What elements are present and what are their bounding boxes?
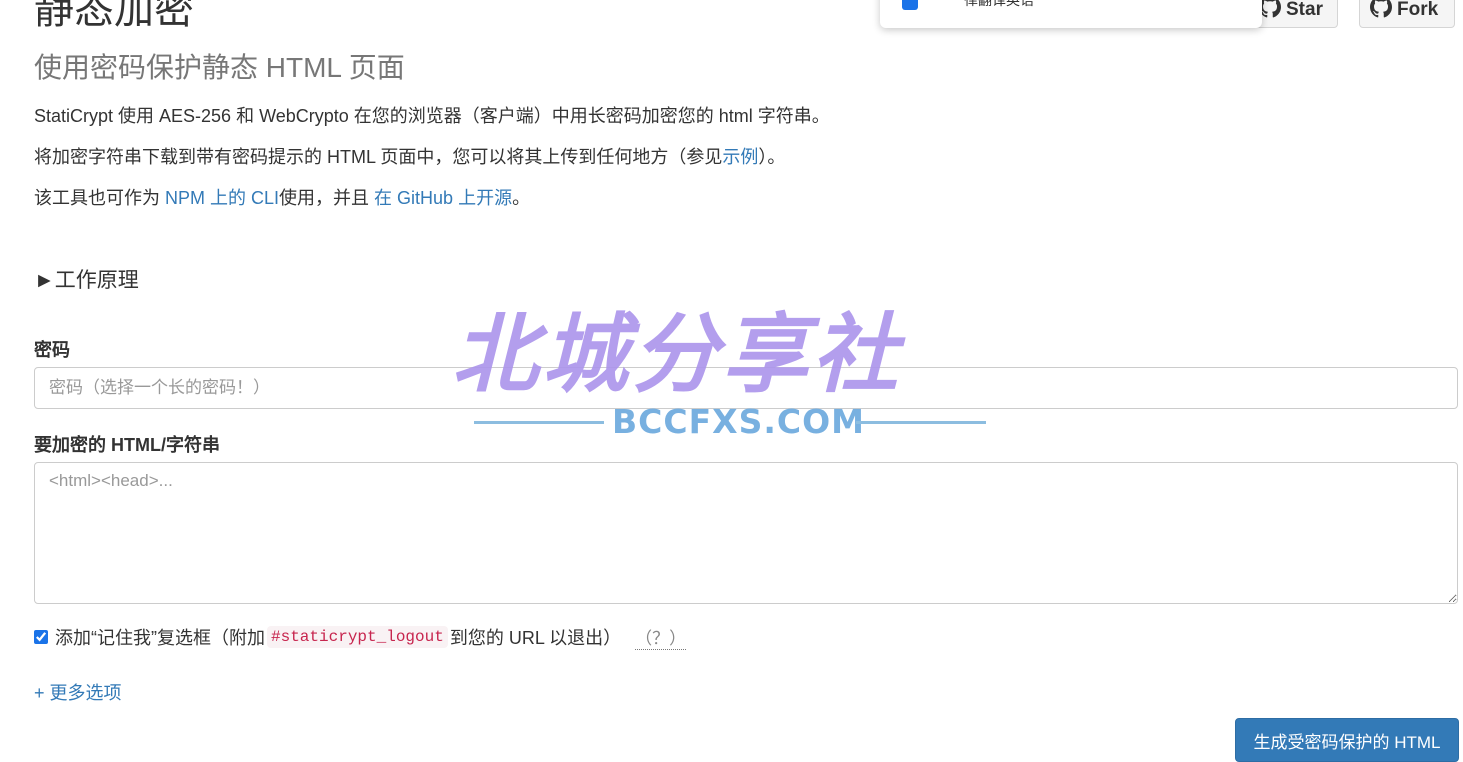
intro-line-2-prefix: 将加密字符串下载到带有密码提示的 HTML 页面中，您可以将其上传到任何地方（参… — [34, 147, 723, 167]
more-options-link[interactable]: + 更多选项 — [34, 679, 122, 705]
password-input[interactable] — [34, 367, 1458, 409]
github-source-link[interactable]: 在 GitHub 上开源 — [374, 188, 512, 208]
github-icon — [1370, 0, 1392, 24]
page-subtitle: 使用密码保护静态 HTML 页面 — [34, 52, 405, 83]
npm-cli-link[interactable]: NPM 上的 CLI — [165, 188, 279, 208]
intro-line-3-prefix: 该工具也可作为 — [34, 188, 166, 208]
page-title: 静态加密 — [34, 0, 194, 32]
remember-me-checkbox[interactable] — [34, 630, 48, 644]
star-label: Star — [1286, 0, 1323, 20]
translate-popup: 一律翻译英语 — [880, 0, 1262, 28]
watermark-line-right — [856, 421, 986, 424]
translate-popup-text: 一律翻译英语 — [950, 0, 1034, 8]
password-label: 密码 — [34, 340, 70, 360]
html-label: 要加密的 HTML/字符串 — [34, 435, 220, 455]
logout-hash-code: #staticrypt_logout — [267, 626, 448, 648]
remember-me-row: 添加“记住我”复选框（附加 #staticrypt_logout 到您的 URL 以… — [34, 624, 687, 650]
github-icon — [1259, 0, 1281, 24]
intro-line-2-suffix: ）。 — [758, 147, 786, 167]
remember-help-tooltip[interactable]: （？） — [635, 624, 687, 650]
intro-line-3-suffix: 。 — [512, 188, 531, 208]
how-it-works-toggle[interactable]: ►工作原理 — [34, 264, 139, 294]
remember-me-suffix: 到您的 URL 以退出） — [449, 628, 622, 648]
intro-line-3-middle: 使用，并且 — [279, 188, 375, 208]
intro-line-2: 将加密字符串下载到带有密码提示的 HTML 页面中，您可以将其上传到任何地方（参… — [34, 146, 785, 168]
intro-line-1: StatiCrypt 使用 AES-256 和 WebCrypto 在您的浏览器… — [34, 106, 830, 126]
html-textarea[interactable] — [34, 462, 1458, 604]
github-fork-button[interactable]: Fork — [1359, 0, 1455, 28]
intro-line-3: 该工具也可作为 NPM 上的 CLI使用，并且 在 GitHub 上开源。 — [34, 187, 530, 209]
fork-label: Fork — [1397, 0, 1439, 20]
watermark-line-left — [474, 421, 604, 424]
generate-button[interactable]: 生成受密码保护的 HTML — [1235, 718, 1459, 762]
remember-me-prefix: 添加“记住我”复选框（附加 — [55, 628, 265, 648]
checkbox-checked-icon[interactable] — [902, 0, 918, 10]
example-link[interactable]: 示例 — [722, 147, 758, 167]
